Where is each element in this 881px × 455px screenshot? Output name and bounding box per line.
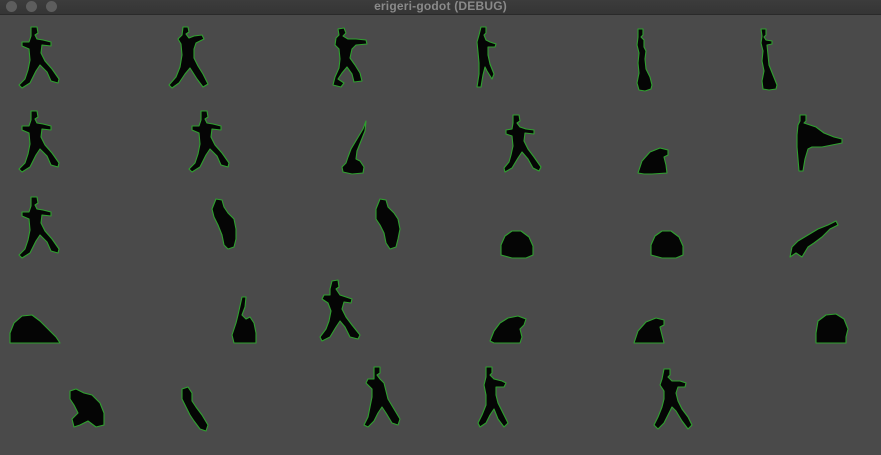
window-title: erigeri-godot (DEBUG) — [374, 0, 507, 13]
fighter-roll-sprite — [375, 198, 401, 250]
fighter-roll-sprite — [211, 198, 237, 250]
fighter-kick-high-sprite — [341, 120, 367, 175]
fighter-crouch-sprite — [69, 388, 105, 428]
fighter-crouch-sprite — [231, 296, 257, 344]
fighter-crouch-sprite — [637, 147, 669, 175]
fighter-crouch-sprite — [633, 317, 665, 344]
fighter-roll-sprite — [181, 386, 209, 432]
fighter-stance-sprite — [168, 26, 209, 89]
title-bar[interactable]: erigeri-godot (DEBUG) — [0, 0, 881, 15]
fighter-ball-sprite — [650, 230, 684, 259]
fighter-crouch-sprite — [489, 315, 527, 344]
fighter-stance-sprite — [319, 279, 361, 342]
fighter-kick-side-sprite — [796, 114, 843, 172]
fighter-side-sprite — [760, 28, 778, 91]
fighter-stance-sprite — [18, 26, 60, 89]
fighter-punch-sprite — [332, 27, 368, 88]
fighter-stance-sprite — [503, 114, 542, 173]
fighter-prone-sprite — [9, 314, 61, 344]
fighter-sweep-sprite — [789, 220, 839, 258]
fighter-stance-sprite — [188, 110, 230, 173]
fighter-crouch-sprite — [815, 313, 849, 344]
fighter-stance-sprite — [18, 196, 60, 259]
fighter-stance-sprite — [653, 368, 693, 430]
fighter-turn-sprite — [477, 366, 509, 428]
fighter-stance-sprite — [363, 366, 401, 428]
fighter-stance-sprite — [18, 110, 60, 173]
fighter-side-sprite — [636, 28, 653, 92]
game-canvas[interactable] — [0, 15, 881, 455]
fighter-turn-sprite — [476, 26, 497, 88]
fighter-ball-sprite — [500, 230, 534, 259]
game-window: erigeri-godot (DEBUG) — [0, 0, 881, 455]
